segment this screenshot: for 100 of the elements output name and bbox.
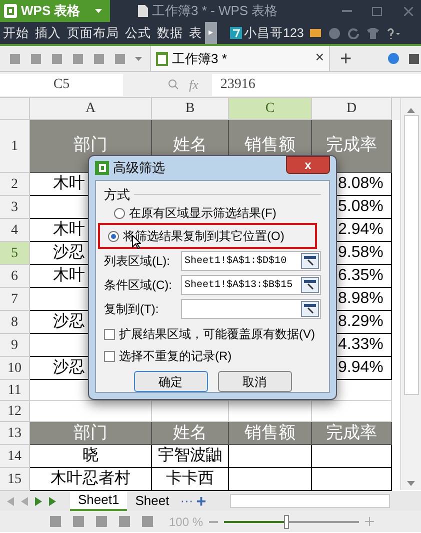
user-name[interactable]: 小昌哥123 (244, 24, 304, 42)
vertical-scrollbar[interactable] (400, 98, 421, 490)
table-cell-text: 沙忍 (53, 312, 85, 332)
table-cell-text: 木叶 (53, 220, 85, 240)
row-header[interactable]: 1 (0, 120, 30, 173)
menu-item[interactable]: 表 (186, 24, 205, 42)
column-header[interactable]: C (229, 98, 312, 120)
document-icon (138, 5, 148, 17)
row-header[interactable]: 4 (0, 219, 30, 242)
caret-icon[interactable] (135, 56, 142, 60)
row-header[interactable]: 11 (0, 380, 30, 401)
table-cell-text: 8.29% (338, 312, 384, 332)
app-menu-button[interactable]: WPS 表格 (0, 0, 110, 22)
header-cell-text: 销售额 (244, 422, 296, 444)
menu-item[interactable]: 页面布局 (64, 24, 122, 42)
header-cell-text: 姓名 (173, 134, 207, 156)
scroll-down-icon[interactable] (407, 481, 415, 486)
row-header[interactable]: 8 (0, 311, 30, 334)
table-cell-text: 晓 (82, 446, 98, 466)
app-logo-icon (95, 160, 109, 175)
app-logo-icon (4, 4, 17, 18)
menu-item[interactable]: 开始 (0, 24, 32, 42)
table-cell-text: 沙忍 (53, 242, 85, 263)
checkbox-option[interactable]: 选择不重复的记录(R) (104, 347, 321, 365)
formula-input[interactable]: 23916 (212, 74, 421, 96)
sheet-tab[interactable]: Sheet1 (70, 491, 128, 511)
checkbox-option[interactable]: 扩展结果区域，可能覆盖原有数据(V) (104, 325, 321, 343)
row-header[interactable]: 12 (0, 401, 30, 422)
last-sheet-icon[interactable] (49, 496, 56, 506)
dialog-title: 高级筛选 (113, 159, 165, 177)
header-cell-text: 部门 (74, 422, 108, 444)
next-sheet-icon[interactable] (35, 496, 42, 506)
spreadsheet-icon (156, 52, 168, 66)
cancel-button[interactable]: 取消 (218, 371, 292, 392)
table-cell-text: 6.35% (338, 266, 384, 286)
ok-button[interactable]: 确定 (134, 371, 208, 392)
row-header[interactable]: 6 (0, 265, 30, 288)
header-cell-text: 部门 (74, 134, 108, 156)
table-cell-text: 木叶忍者村 (50, 468, 130, 489)
field-label: 复制到(T): (104, 301, 160, 318)
table-cell-text: 木叶 (53, 266, 85, 286)
table-cell-text: 4.33% (338, 335, 384, 355)
row-header[interactable]: 3 (0, 196, 30, 219)
new-tab-button[interactable]: + (340, 48, 352, 68)
first-sheet-icon[interactable] (7, 496, 14, 506)
table-cell-text: 卡卡西 (166, 468, 214, 489)
more-sheets-button[interactable]: ··· (180, 491, 194, 511)
menu-item[interactable]: 公式 (122, 24, 154, 42)
row-header[interactable]: 9 (0, 334, 30, 357)
table-cell-text: 木叶 (53, 174, 85, 194)
horizontal-scrollbar[interactable] (230, 494, 390, 508)
header-cell-text: 销售额 (244, 134, 296, 156)
scroll-up-icon[interactable] (407, 108, 415, 113)
zoom-slider[interactable] (224, 514, 360, 528)
caret-icon (95, 9, 102, 13)
table-cell-text: 沙忍 (53, 358, 85, 378)
window-title: 工作簿3 * - WPS 表格 (152, 2, 278, 20)
table-cell-text: 5.08% (338, 197, 384, 217)
close-icon[interactable] (404, 6, 413, 16)
row-header[interactable]: 7 (0, 288, 30, 311)
refresh-icon[interactable] (348, 28, 359, 38)
shirt-icon[interactable] (366, 28, 379, 38)
zoom-in-icon[interactable] (365, 517, 374, 526)
table-cell-text: 宇智波鼬 (158, 446, 222, 466)
help-icon[interactable] (386, 28, 400, 38)
previous-sheet-icon[interactable] (21, 496, 28, 506)
row-header[interactable]: 14 (0, 445, 30, 468)
range-picker-icon[interactable] (301, 277, 319, 293)
range-field[interactable]: Sheet1!$A$1:$D$10 (180, 251, 321, 271)
range-picker-icon[interactable] (301, 301, 319, 317)
maximize-icon[interactable] (372, 6, 382, 16)
add-sheet-button[interactable]: + (196, 492, 206, 510)
group-label: 方式 (104, 186, 130, 204)
table-cell-text: 9.94% (338, 358, 384, 378)
zoom-icon[interactable] (168, 79, 179, 90)
close-button[interactable]: x (286, 156, 330, 174)
menu-item[interactable]: 插入 (32, 24, 64, 42)
table-cell-text: 8.98% (338, 289, 384, 309)
row-header[interactable]: 15 (0, 468, 30, 491)
zoom-level: 100 % (169, 514, 204, 530)
table-cell-text: 2.94% (338, 220, 384, 240)
document-tab[interactable]: 工作簿3 * × (150, 46, 330, 71)
header-cell-text: 完成率 (326, 422, 377, 444)
name-box[interactable]: C5 (0, 74, 123, 96)
user-avatar-icon (230, 27, 242, 39)
row-header[interactable]: 5 (0, 242, 30, 265)
row-header[interactable]: 10 (0, 357, 30, 380)
row-header[interactable]: 2 (0, 173, 30, 196)
range-field[interactable] (180, 299, 321, 319)
range-picker-icon[interactable] (301, 253, 319, 269)
header-cell-text: 姓名 (173, 422, 207, 444)
field-label: 条件区域(C): (104, 277, 173, 294)
radio-option[interactable]: 在原有区域显示筛选结果(F) (114, 206, 321, 220)
close-tab-button[interactable]: × (315, 47, 324, 70)
menu-item[interactable]: 数据 (154, 24, 186, 42)
range-field[interactable]: Sheet1!$A$13:$B$15 (180, 275, 321, 295)
row-header[interactable]: 13 (0, 422, 30, 445)
tab-title: 工作簿3 * (172, 50, 227, 68)
header-cell-text: 完成率 (326, 134, 377, 156)
app-name: WPS 表格 (21, 2, 80, 20)
